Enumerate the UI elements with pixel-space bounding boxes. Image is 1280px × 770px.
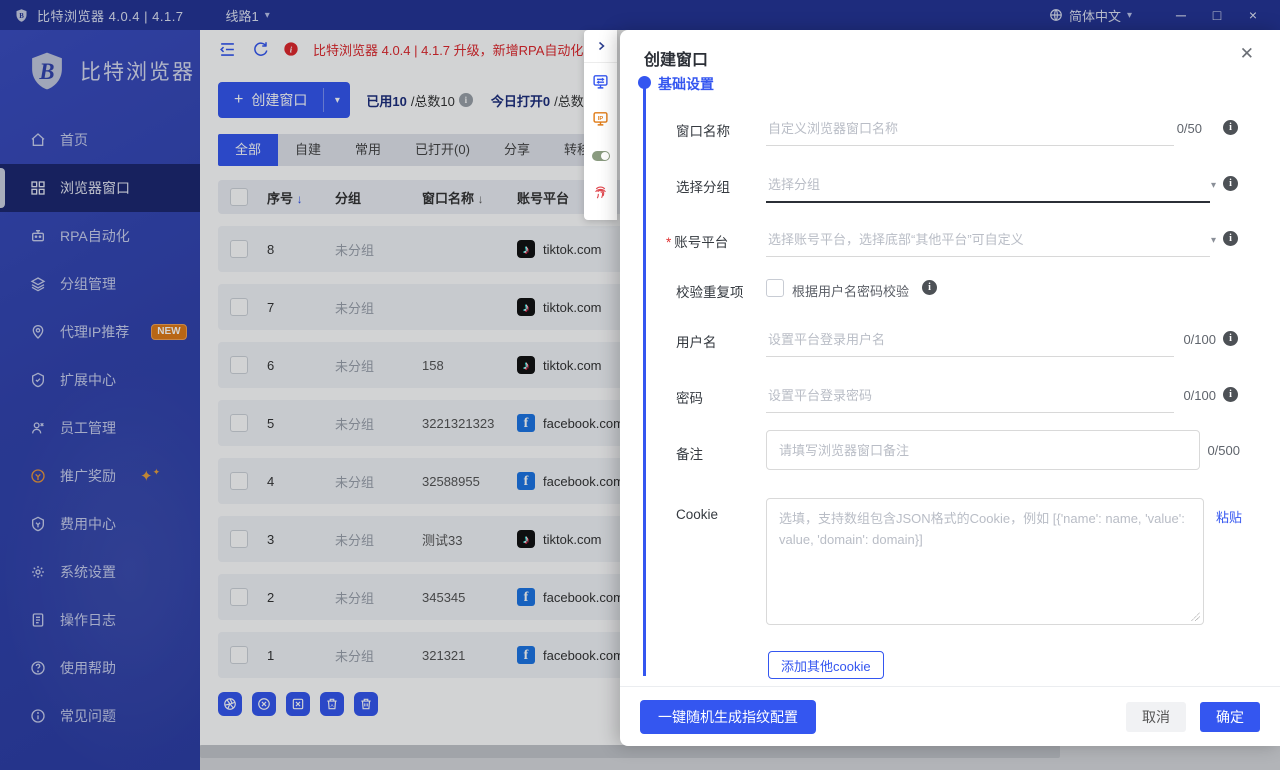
chevron-down-icon: ▾	[1211, 180, 1216, 191]
remark-label: 备注	[676, 443, 703, 463]
required-asterisk: *	[666, 235, 671, 250]
paste-link[interactable]: 粘贴	[1216, 507, 1242, 526]
cookie-field[interactable]	[766, 498, 1204, 625]
chevron-down-icon: ▾	[1211, 235, 1216, 246]
modal-title: 创建窗口	[644, 46, 708, 70]
cancel-button[interactable]: 取消	[1126, 702, 1186, 732]
username-field[interactable]	[766, 331, 1174, 357]
info-icon[interactable]: i	[1223, 231, 1238, 246]
cookie-label: Cookie	[676, 507, 718, 522]
ip-monitor-icon[interactable]: IP	[584, 100, 617, 137]
group-select[interactable]	[766, 176, 1210, 203]
info-icon[interactable]: i	[1223, 331, 1238, 346]
close-icon[interactable]: ✕	[1240, 44, 1254, 64]
app-window: B 比特浏览器 4.0.4 | 4.1.7 线路1▾ 简体中文 ▾ ─ □ × …	[0, 0, 1280, 770]
resize-handle-icon[interactable]	[1191, 612, 1200, 621]
password-field[interactable]	[766, 387, 1174, 413]
remark-field[interactable]	[766, 430, 1200, 470]
drawer-side-toolbar: IP	[584, 30, 617, 220]
password-label: 密码	[676, 387, 703, 407]
create-window-modal: 创建窗口 ✕ 基础设置 窗口名称 0/50 i 选择分组 ▾ i *账号平台 ▾…	[620, 30, 1280, 746]
toggle-icon[interactable]	[584, 137, 617, 174]
window-name-field[interactable]	[766, 120, 1174, 146]
modal-footer: 一键随机生成指纹配置 取消 确定	[620, 686, 1280, 746]
collapse-drawer-icon[interactable]	[584, 30, 617, 62]
remark-counter: 0/500	[1207, 443, 1240, 458]
dup-check-label: 校验重复项	[676, 281, 744, 301]
window-name-label: 窗口名称	[676, 120, 730, 140]
window-name-input[interactable]	[766, 120, 1178, 137]
dup-check-checkbox-label: 根据用户名密码校验	[792, 281, 909, 300]
platform-select[interactable]	[766, 231, 1210, 257]
platform-label: *账号平台	[666, 231, 728, 251]
info-icon[interactable]: i	[1223, 176, 1238, 191]
remark-input[interactable]	[767, 431, 1199, 469]
svg-text:IP: IP	[598, 116, 604, 122]
group-label: 选择分组	[676, 176, 730, 196]
cookie-textarea[interactable]	[767, 499, 1203, 624]
confirm-button[interactable]: 确定	[1200, 702, 1260, 732]
section-title: 基础设置	[658, 74, 714, 94]
dup-check-checkbox[interactable]	[766, 279, 784, 297]
password-counter: 0/100	[1183, 388, 1216, 403]
password-input[interactable]	[766, 387, 1178, 404]
add-cookie-button[interactable]: 添加其他cookie	[768, 651, 884, 679]
platform-select-input[interactable]	[766, 231, 1214, 248]
group-select-input[interactable]	[766, 176, 1214, 193]
info-icon[interactable]: i	[1223, 387, 1238, 402]
fingerprint-icon[interactable]	[584, 174, 617, 211]
username-label: 用户名	[676, 331, 717, 351]
info-icon[interactable]: i	[922, 280, 937, 295]
username-input[interactable]	[766, 331, 1178, 348]
generate-fingerprint-button[interactable]: 一键随机生成指纹配置	[640, 700, 816, 734]
info-icon[interactable]: i	[1223, 120, 1238, 135]
section-step-line	[643, 88, 646, 676]
username-counter: 0/100	[1183, 332, 1216, 347]
window-name-counter: 0/50	[1177, 121, 1202, 136]
window-sync-icon[interactable]	[584, 63, 617, 100]
